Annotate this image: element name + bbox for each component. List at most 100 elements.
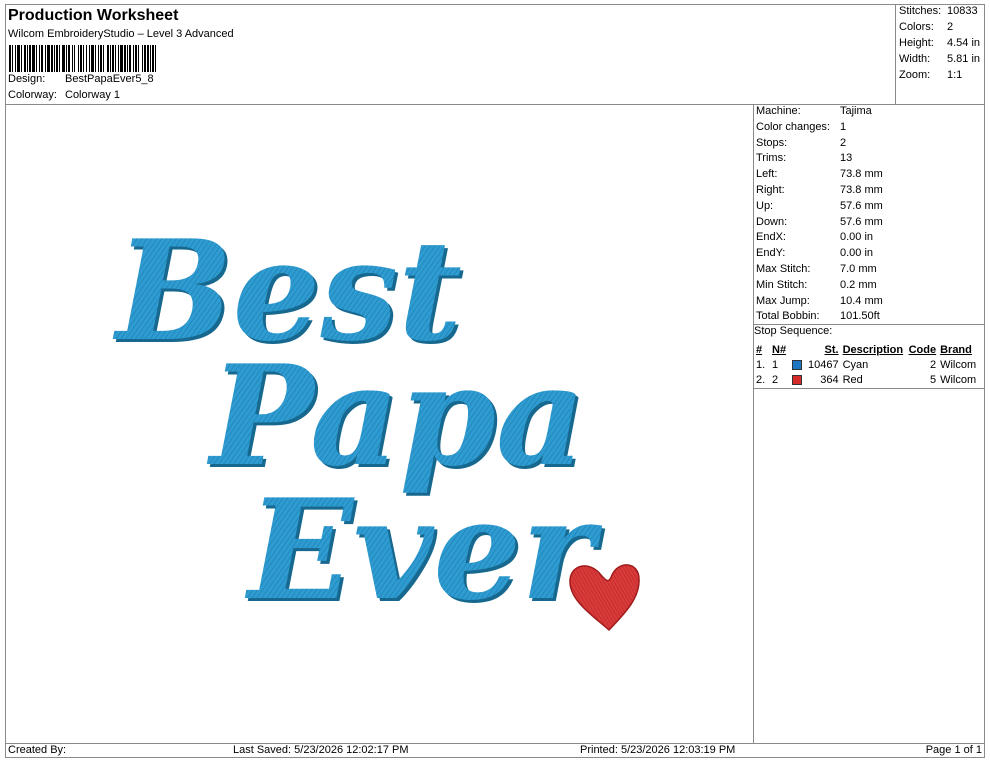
- specs-divider: [753, 104, 754, 743]
- barcode: [9, 45, 223, 72]
- spec-label: Max Stitch:: [756, 263, 811, 275]
- spec-row: Color changes: 1: [756, 121, 846, 133]
- spec-row: Max Stitch: 7.0 mm: [756, 263, 877, 275]
- software-name: Wilcom EmbroideryStudio – Level 3 Advanc…: [8, 28, 234, 40]
- needle-number: 1: [772, 358, 779, 371]
- spec-label: Machine:: [756, 105, 801, 117]
- design-row: Design: BestPapaEver5_8: [8, 73, 154, 85]
- thread-brand: Wilcom: [940, 373, 977, 386]
- spec-label: EndY:: [756, 247, 786, 260]
- stop-table-bottom: [753, 388, 985, 389]
- stop-table-header: # N# St. Description Code Brand: [754, 342, 978, 357]
- stop-num: 2.: [756, 373, 766, 386]
- spec-value: Tajima: [840, 105, 872, 117]
- colors-label: Colors:: [899, 21, 934, 33]
- height-row: Height: 4.54 in: [899, 37, 980, 49]
- last-saved: Last Saved: 5/23/2026 12:02:17 PM: [233, 744, 409, 756]
- stitches-value: 10833: [947, 5, 978, 17]
- spec-value: 0.2 mm: [840, 278, 877, 291]
- width-label: Width:: [899, 53, 931, 65]
- spec-label: Min Stitch:: [756, 278, 808, 291]
- stop-num: 1.: [756, 358, 766, 371]
- spec-row: Down: 57.6 mm: [756, 216, 883, 228]
- col-num: #: [756, 343, 763, 356]
- spec-value: 10.4 mm: [840, 294, 883, 307]
- table-row: 2. 2 364 Red 5 Wilcom: [754, 372, 978, 387]
- needle-number: 2: [772, 373, 779, 386]
- stop-sequence-title: Stop Sequence:: [754, 325, 833, 337]
- created-by: Created By:: [8, 744, 67, 756]
- design-label: Design:: [8, 73, 46, 85]
- spec-label: Left:: [756, 168, 778, 181]
- spec-row: Max Jump: 10.4 mm: [756, 295, 883, 307]
- width-value: 5.81 in: [947, 53, 981, 65]
- color-description: Cyan: [842, 358, 869, 371]
- colorway-name: Colorway 1: [65, 89, 121, 101]
- colors-row: Colors: 2: [899, 21, 953, 33]
- spec-row: Up: 57.6 mm: [756, 200, 883, 212]
- spec-row: Min Stitch: 0.2 mm: [756, 279, 877, 291]
- color-swatch: [790, 372, 806, 387]
- spec-label: Trims:: [756, 152, 787, 165]
- spec-label: Color changes:: [756, 120, 830, 133]
- colorway-row: Colorway: Colorway 1: [8, 89, 120, 101]
- worksheet-header: Production Worksheet Wilcom EmbroiderySt…: [5, 4, 895, 104]
- thread-brand: Wilcom: [940, 358, 977, 371]
- height-label: Height:: [899, 37, 934, 49]
- spec-label: Right:: [756, 184, 785, 196]
- spec-value: 73.8 mm: [840, 168, 883, 181]
- height-value: 4.54 in: [947, 37, 981, 49]
- page-number: Page 1 of 1: [925, 744, 982, 756]
- spec-row: Right: 73.8 mm: [756, 184, 883, 196]
- embroidery-design: Best Best Papa Papa Ever Ever: [112, 209, 640, 634]
- colorway-label: Colorway:: [8, 89, 57, 101]
- col-stitches: St.: [824, 343, 839, 356]
- col-code: Code: [908, 343, 937, 356]
- table-row: 1. 1 10467 Cyan 2 Wilcom: [754, 357, 978, 372]
- stitch-count: 364: [820, 373, 839, 386]
- spec-label: EndX:: [756, 231, 786, 244]
- summary-divider: [895, 4, 896, 104]
- design-preview: Best Best Papa Papa Ever Ever: [6, 105, 753, 743]
- spec-row: Stops: 2: [756, 137, 846, 149]
- barcode-bar: [156, 45, 159, 72]
- spec-row: EndX: 0.00 in: [756, 231, 873, 243]
- spec-label: Max Jump:: [756, 294, 810, 307]
- col-brand: Brand: [940, 343, 972, 356]
- spec-value: 2: [840, 136, 847, 149]
- col-needle: N#: [772, 343, 787, 356]
- col-description: Description: [842, 343, 904, 356]
- col-color: [790, 342, 806, 357]
- spec-value: 57.6 mm: [840, 215, 883, 228]
- page-title: Production Worksheet: [8, 7, 179, 24]
- spec-value: 73.8 mm: [840, 184, 883, 196]
- spec-row: Trims: 13: [756, 152, 852, 164]
- spec-value: 0.00 in: [840, 231, 874, 244]
- colors-value: 2: [947, 21, 954, 33]
- swatch-icon: [792, 359, 802, 370]
- zoom-value: 1:1: [947, 69, 963, 81]
- stitches-label: Stitches:: [899, 5, 942, 17]
- width-row: Width: 5.81 in: [899, 53, 980, 65]
- spec-row: Total Bobbin: 101.50ft: [756, 310, 880, 322]
- spec-label: Stops:: [756, 136, 788, 149]
- swatch-icon: [792, 374, 802, 385]
- spec-label: Total Bobbin:: [756, 310, 820, 323]
- spec-value: 7.0 mm: [840, 263, 877, 275]
- stop-sequence-table: # N# St. Description Code Brand 1. 1 10467…: [754, 342, 978, 387]
- spec-label: Up:: [756, 199, 774, 212]
- design-line-ever: Ever: [244, 468, 603, 631]
- spec-row: Machine: Tajima: [756, 105, 872, 117]
- stitch-count: 10467: [808, 358, 839, 371]
- spec-value: 0.00 in: [840, 247, 874, 260]
- spec-value: 101.50ft: [840, 310, 880, 323]
- design-name: BestPapaEver5_8: [65, 73, 154, 85]
- stitches-row: Stitches: 10833: [899, 5, 978, 17]
- spec-row: EndY: 0.00 in: [756, 247, 873, 259]
- spec-label: Down:: [756, 215, 788, 228]
- zoom-label: Zoom:: [899, 69, 931, 81]
- spec-value: 57.6 mm: [840, 199, 883, 212]
- spec-row: Left: 73.8 mm: [756, 168, 883, 180]
- worksheet-footer: Created By: Last Saved: 5/23/2026 12:02:…: [5, 743, 985, 758]
- printed-date: Printed: 5/23/2026 12:03:19 PM: [580, 744, 736, 756]
